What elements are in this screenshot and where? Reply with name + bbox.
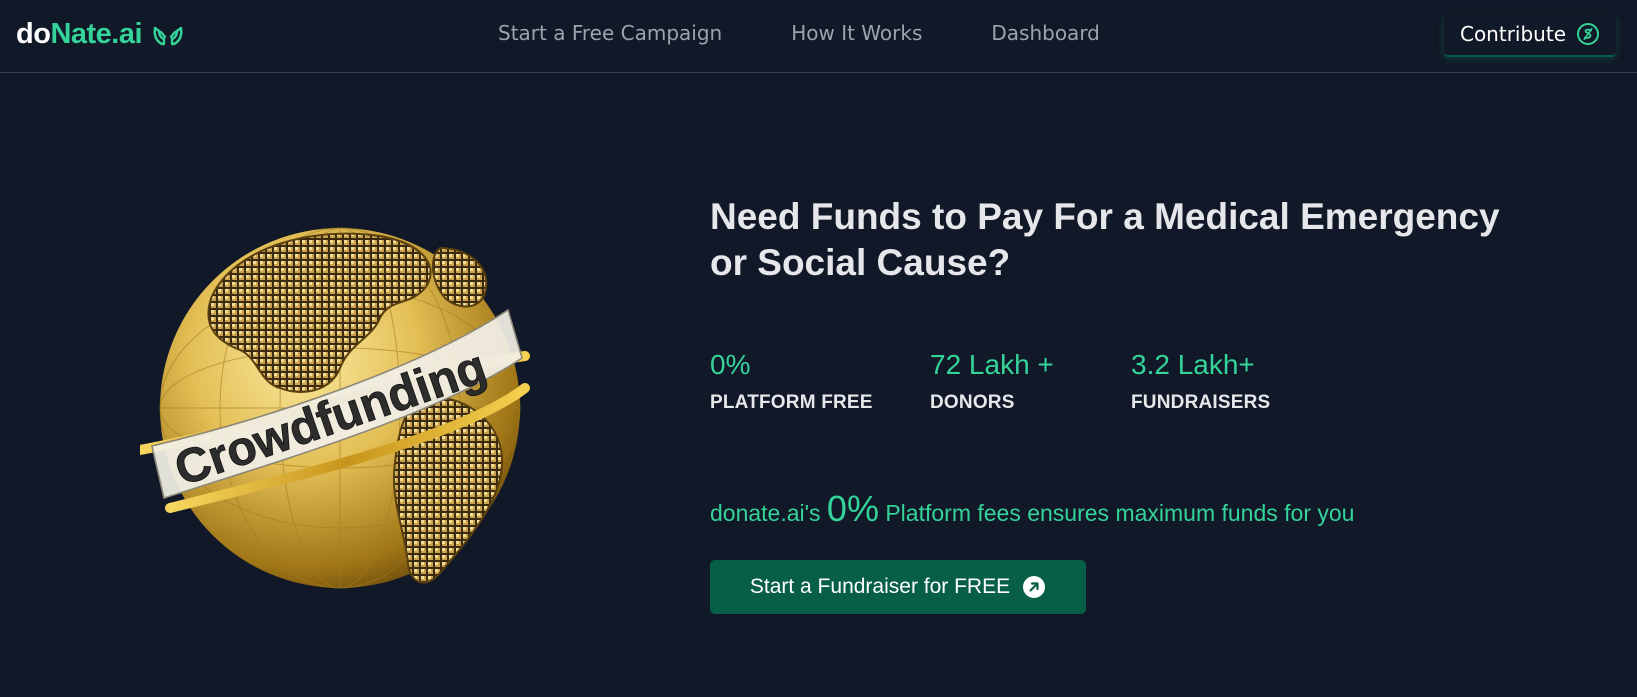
contribute-button[interactable]: Contribute	[1444, 13, 1616, 55]
stat-platform-free: 0% PLATFORM FREE	[710, 344, 873, 414]
logo-text-prefix: do	[16, 17, 51, 50]
tagline-highlight: 0%	[826, 488, 879, 529]
platform-fee-tagline: donate.ai's 0% Platform fees ensures max…	[710, 488, 1354, 530]
tagline-prefix: donate.ai's	[710, 500, 827, 526]
hands-icon	[152, 22, 184, 46]
crowdfunding-globe-image: Crowdfunding	[135, 218, 552, 598]
stat-fundraisers: 3.2 Lakh+ FUNDRAISERS	[1131, 344, 1270, 414]
stat-label: FUNDRAISERS	[1131, 392, 1271, 413]
nav-link-how-it-works[interactable]: How It Works	[791, 21, 922, 45]
tagline-suffix: Platform fees ensures maximum funds for …	[878, 500, 1355, 526]
cta-label: Start a Fundraiser for FREE	[749, 575, 1011, 598]
hero-headline: Need Funds to Pay For a Medical Emergenc…	[710, 196, 1500, 283]
stat-label: PLATFORM FREE	[710, 392, 873, 413]
logo-text-suffix: Nate.ai	[50, 17, 143, 50]
stat-value: 72 Lakh +	[930, 349, 1054, 380]
stat-donors: 72 Lakh + DONORS	[930, 344, 1054, 414]
brand-logo[interactable]: do Nate.ai	[16, 14, 184, 54]
stat-label: DONORS	[930, 392, 1015, 413]
start-fundraiser-button[interactable]: Start a Fundraiser for FREE	[710, 560, 1086, 614]
nav-link-dashboard[interactable]: Dashboard	[991, 21, 1100, 45]
nav-link-start-campaign[interactable]: Start a Free Campaign	[498, 21, 722, 45]
main-nav: Start a Free Campaign How It Works Dashb…	[498, 18, 1100, 48]
dollar-circle-icon	[1576, 22, 1600, 46]
top-navbar: do Nate.ai Start a Free Campaign How It W…	[0, 0, 1637, 73]
stat-value: 3.2 Lakh+	[1131, 349, 1255, 380]
stat-value: 0%	[710, 349, 751, 380]
arrow-up-right-circle-icon	[1022, 575, 1046, 599]
contribute-label: Contribute	[1459, 22, 1566, 46]
